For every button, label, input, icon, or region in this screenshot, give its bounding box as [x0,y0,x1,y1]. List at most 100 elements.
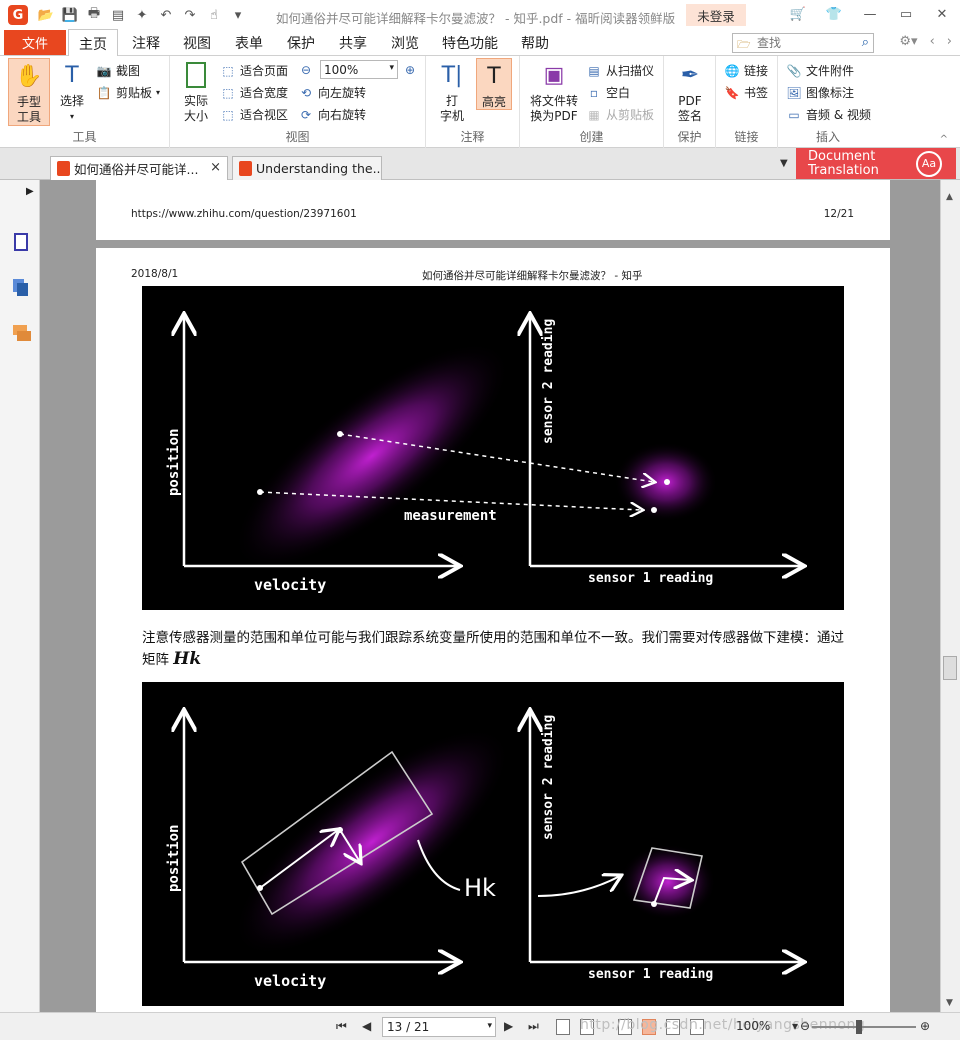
tab-share[interactable]: 共享 [339,33,367,53]
from-clipboard-button[interactable]: ▦ 从剪贴板 [586,106,654,123]
comments-icon[interactable] [12,324,31,344]
tab-view[interactable]: 视图 [183,33,211,53]
next-icon[interactable]: › [947,34,952,49]
audio-video-button[interactable]: ▭ 音频 & 视频 [786,106,871,123]
document-translation-button[interactable]: Document Translation Aa [796,148,956,179]
tab-close-icon[interactable]: × [210,160,221,175]
first-page-icon[interactable]: ⏮ [336,1019,347,1034]
highlight-button[interactable]: T 高亮 [476,58,512,110]
rotate-left-button[interactable]: ⟲ 向左旋转 [298,84,366,101]
hand-tool-button[interactable]: ✋ 手型 工具 [8,58,50,126]
zoom-percentage[interactable]: 100% [736,1019,770,1033]
group-label-insert: 插入 [815,130,840,144]
page-thumbnail-icon[interactable] [12,232,30,252]
status-bar: ⏮ ◀ 13 / 21 ▾ ▶ ⏭ http://blog.csdn.net/he… [0,1012,960,1040]
document-tab-active[interactable]: 如何通俗并尽可能详... × [50,156,228,180]
page-footer-number: 12/21 [823,208,854,220]
chevron-down-icon: ▾ [389,63,394,73]
screenshot-button[interactable]: 📷 截图 [96,62,141,79]
login-button[interactable]: 未登录 [686,4,746,26]
left-navigation-panel: ▶ [0,180,43,1012]
tab-browse[interactable]: 浏览 [391,33,419,53]
link-button[interactable]: 🌐 链接 [724,62,769,79]
page-number-field[interactable]: 13 / 21 ▾ [382,1017,496,1037]
tab-features[interactable]: 特色功能 [442,33,498,53]
collapse-ribbon-icon[interactable]: ^ [940,134,948,145]
print-icon[interactable]: 🖶 [84,5,104,25]
customize-dropdown-icon[interactable]: ▾ [228,5,248,25]
vertical-scrollbar[interactable]: ▲ ▼ [940,180,960,1012]
zoom-in-button[interactable]: ⊕ [402,62,418,78]
shirt-icon[interactable]: 👕 [816,0,852,28]
extract-page-icon[interactable] [556,1019,570,1035]
tab-protect[interactable]: 保护 [287,33,315,53]
pdf-page-12: https://www.zhihu.com/question/23971601 … [96,180,890,240]
hand-icon: ✋ [15,63,43,89]
redo-icon[interactable]: ↷ [180,5,200,25]
fit-view-button[interactable]: ⬚ 适合视区 [220,106,288,123]
group-insert: 📎 文件附件 🖼 图像标注 ▭ 音频 & 视频 插入 [778,56,878,148]
document-viewport: https://www.zhihu.com/question/23971601 … [40,180,940,1012]
search-icon[interactable]: ⌕ [862,35,869,50]
zoom-slider[interactable] [812,1020,916,1034]
zoom-slider-knob[interactable] [856,1020,862,1034]
fit-page-button[interactable]: ⬚ 适合页面 [220,62,288,79]
blank-button[interactable]: ▫ 空白 [586,84,630,101]
fit-width-button[interactable]: ⬚ 适合宽度 [220,84,288,101]
search-box: 🗁 ⌕ [732,33,874,53]
prev-page-icon[interactable]: ◀ [362,1019,371,1033]
scroll-thumb[interactable] [943,656,957,680]
status-zoom-out-icon[interactable]: ⊖ [800,1019,810,1033]
hand-cursor-icon[interactable]: ☝ [204,5,224,25]
scroll-down-icon[interactable]: ▼ [946,998,953,1008]
bookmark-button[interactable]: 🔖 书签 [724,84,769,101]
new-icon[interactable]: ✦ [132,5,152,25]
next-page-icon[interactable]: ▶ [504,1019,513,1033]
tab-comment[interactable]: 注释 [132,33,160,53]
file-attachment-button[interactable]: 📎 文件附件 [786,62,855,79]
state-distribution-blob [233,341,511,571]
tab-list-dropdown-icon[interactable]: ▼ [780,158,788,169]
tab-home[interactable]: 主页 [68,29,118,56]
from-scanner-button[interactable]: ▤ 从扫描仪 [586,62,654,79]
actual-size-button[interactable]: 实际 大小 [178,58,214,124]
maximize-icon[interactable]: ▭ [888,0,924,28]
expand-panel-icon[interactable]: ▶ [26,186,34,197]
document-tab-second[interactable]: Understanding the... [232,156,382,180]
tab-help[interactable]: 帮助 [521,33,549,53]
image-annotation-button[interactable]: 🖼 图像标注 [786,84,854,101]
search-folder-icon[interactable]: 🗁 [737,36,751,55]
gear-icon[interactable]: ⚙▾ [899,34,917,49]
zoom-out-button[interactable]: ⊖ [298,62,314,78]
rotate-right-button[interactable]: ⟳ 向右旋转 [298,106,366,123]
clipboard-pdf-icon: ▦ [588,107,600,122]
undo-icon[interactable]: ↶ [156,5,176,25]
label-measurement: measurement [404,508,497,524]
group-links: 🌐 链接 🔖 书签 链接 [716,56,778,148]
figure-transform-svg: Hk position velocity sensor 2 reading se… [166,682,844,990]
attachment-icon: 📎 [786,63,802,78]
close-icon[interactable]: ✕ [924,0,960,28]
clipboard-button[interactable]: 📋 剪贴板 ▾ [96,84,161,101]
cart-icon[interactable]: 🛒 [780,0,816,28]
zoom-in-icon: ⊕ [404,63,416,77]
tab-form[interactable]: 表单 [235,33,263,53]
prev-icon[interactable]: ‹ [930,34,935,49]
status-zoom-dropdown-icon[interactable]: ▾ [792,1019,798,1033]
scroll-up-icon[interactable]: ▲ [946,192,953,202]
zoom-select[interactable]: 100% ▾ [320,60,398,79]
convert-to-pdf-button[interactable]: ▣ 将文件转 换为PDF [526,58,582,124]
layers-icon[interactable] [12,278,30,298]
last-page-icon[interactable]: ⏭ [528,1019,539,1034]
typewriter-button[interactable]: T| 打 字机 [434,58,470,124]
minimize-icon[interactable]: — [852,0,888,28]
properties-icon[interactable]: ▤ [108,5,128,25]
group-label-tools: 工具 [72,130,97,144]
open-icon[interactable]: 📂 [36,5,56,25]
select-tool-button[interactable]: T 选择 ▾ [54,58,90,124]
app-logo[interactable]: G [8,5,28,25]
status-zoom-in-icon[interactable]: ⊕ [920,1019,930,1033]
tab-file[interactable]: 文件 [4,30,66,55]
save-icon[interactable]: 💾 [60,5,80,25]
pdf-sign-button[interactable]: ✒ PDF 签名 [672,58,708,124]
